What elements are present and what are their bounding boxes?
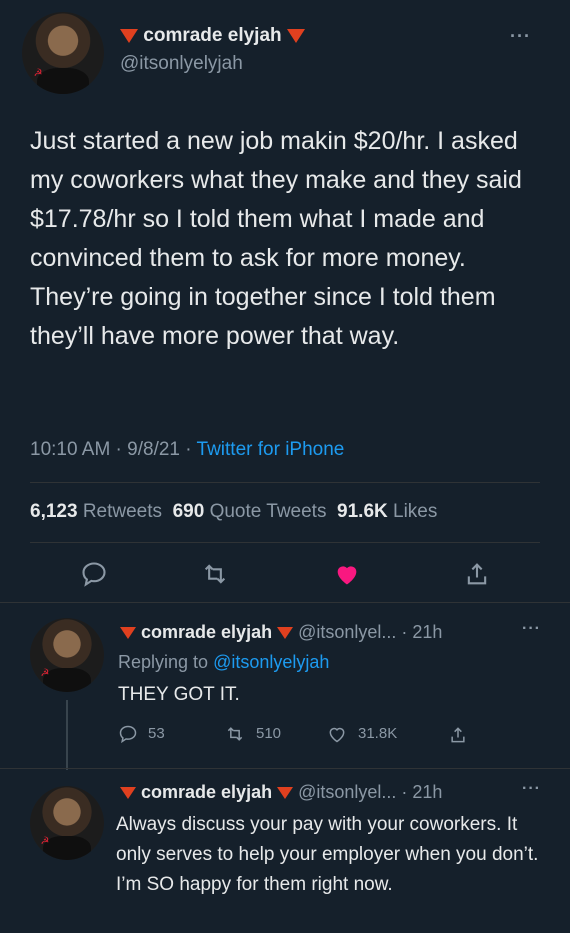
stats-row: 6,123 Retweets 690 Quote Tweets 91.6K Li…	[30, 500, 437, 524]
triangle-icon	[120, 627, 136, 640]
like-icon[interactable]	[332, 560, 362, 588]
reply-2-header: comrade elyjah @itsonlyel... · 21h	[120, 780, 442, 804]
timestamp-row: 10:10 AM · 9/8/21 · Twitter for iPhone	[30, 438, 344, 462]
source-link[interactable]: Twitter for iPhone	[197, 439, 345, 460]
share-icon	[451, 727, 465, 743]
handle-time[interactable]: @itsonlyel... · 21h	[298, 782, 442, 802]
reply-1-text: THEY GOT IT.	[118, 684, 240, 705]
triangle-icon	[120, 28, 138, 43]
retweet-action[interactable]: 510	[224, 724, 281, 744]
thread-line	[66, 700, 68, 770]
timestamp[interactable]: 10:10 AM · 9/8/21 ·	[30, 439, 192, 460]
retweets-count: 6,123	[30, 501, 78, 522]
retweet-icon[interactable]	[200, 560, 230, 588]
quotes-stat[interactable]: 690 Quote Tweets	[173, 501, 327, 522]
quotes-count: 690	[172, 501, 205, 522]
reply-count: 53	[148, 725, 165, 742]
reply-action[interactable]: 53	[118, 724, 165, 744]
reply-2-text: Always discuss your pay with your cowork…	[116, 814, 539, 895]
display-name[interactable]: comrade elyjah	[141, 782, 272, 802]
likes-stat[interactable]: 91.6K Likes	[337, 501, 437, 522]
avatar[interactable]: ☭	[30, 786, 104, 860]
main-name-row[interactable]: comrade elyjah	[120, 24, 305, 48]
more-options-icon[interactable]: ···	[522, 620, 541, 638]
avatar[interactable]: ☭	[30, 618, 104, 692]
more-options-icon[interactable]: ···	[510, 26, 531, 47]
reply-1-header: comrade elyjah @itsonlyel... · 21h	[120, 620, 442, 644]
reply-icon	[119, 725, 137, 744]
like-action[interactable]: 31.8K	[326, 724, 397, 744]
quotes-label: Quote Tweets	[209, 501, 327, 522]
retweets-label: Retweets	[82, 501, 163, 522]
replying-prefix: Replying to	[118, 652, 209, 672]
replying-handle[interactable]: @itsonlyelyjah	[213, 652, 329, 672]
retweets-stat[interactable]: 6,123 Retweets	[30, 501, 162, 522]
share-action[interactable]	[448, 724, 468, 746]
retweet-icon	[227, 727, 243, 741]
reply-icon[interactable]	[80, 560, 108, 588]
handle[interactable]: @itsonlyelyjah	[120, 52, 243, 76]
triangle-icon	[120, 787, 136, 800]
share-icon[interactable]	[463, 559, 491, 589]
more-options-icon[interactable]: ···	[522, 780, 541, 798]
likes-count: 91.6K	[337, 501, 388, 522]
triangle-icon	[277, 787, 294, 800]
display-name: comrade elyjah	[143, 25, 282, 46]
replying-to: Replying to @itsonlyelyjah	[118, 650, 329, 674]
triangle-icon	[286, 28, 305, 43]
heart-outline-icon	[329, 727, 345, 743]
likes-label: Likes	[393, 501, 438, 522]
display-name[interactable]: comrade elyjah	[141, 622, 272, 642]
retweet-count: 510	[256, 725, 282, 742]
avatar[interactable]: ☭	[22, 12, 104, 94]
like-count: 31.8K	[358, 725, 398, 742]
tweet-text: Just started a new job makin $20/hr. I a…	[30, 127, 522, 350]
handle-time[interactable]: @itsonlyel... · 21h	[298, 622, 442, 642]
triangle-icon	[277, 627, 294, 640]
